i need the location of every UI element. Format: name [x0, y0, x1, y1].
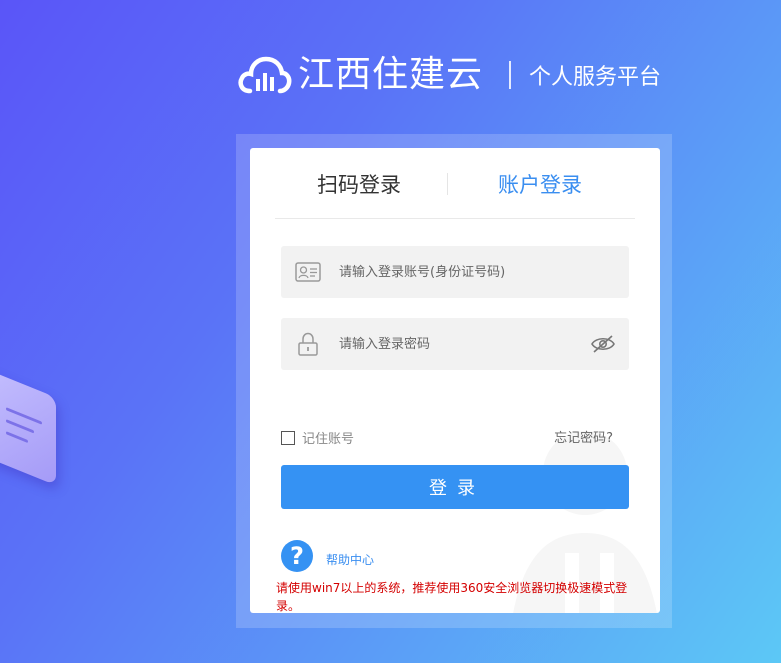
- decorative-card: [0, 358, 56, 486]
- brand-divider: [509, 61, 512, 89]
- username-field[interactable]: [281, 246, 629, 298]
- tab-account-login[interactable]: 账户登录: [498, 170, 582, 200]
- tab-divider: [447, 173, 448, 195]
- password-input[interactable]: [339, 318, 579, 370]
- help-center-label: 帮助中心: [326, 552, 375, 567]
- decorative-line: [6, 431, 28, 444]
- forgot-password-link[interactable]: 忘记密码?: [554, 427, 613, 446]
- decorative-line: [6, 419, 34, 434]
- lock-icon: [298, 332, 318, 356]
- id-card-icon: [295, 262, 321, 282]
- cloud-logo-icon: [238, 56, 292, 94]
- remember-account[interactable]: 记住账号: [281, 428, 354, 447]
- eye-hidden-icon[interactable]: [591, 334, 615, 354]
- login-tabs: 扫码登录 账户登录: [275, 148, 635, 219]
- brand-name: 江西住建云: [298, 54, 484, 95]
- password-field[interactable]: [281, 318, 629, 370]
- remember-label: 记住账号: [302, 432, 355, 447]
- brand-subtitle: 个人服务平台: [529, 65, 662, 90]
- login-button[interactable]: 登录: [281, 465, 629, 509]
- help-center-link[interactable]: ? 帮助中心: [281, 540, 374, 572]
- tab-qr-login[interactable]: 扫码登录: [317, 170, 401, 200]
- question-icon: ?: [281, 540, 313, 572]
- browser-notice: 请使用win7以上的系统，推荐使用360安全浏览器切换极速模式登录。: [276, 581, 628, 613]
- remember-checkbox[interactable]: [281, 430, 295, 445]
- brand-header: 江西住建云 个人服务平台: [236, 52, 661, 98]
- login-card: 扫码登录 账户登录 记住账号 忘记密码? 登录: [250, 148, 660, 613]
- username-input[interactable]: [339, 246, 579, 298]
